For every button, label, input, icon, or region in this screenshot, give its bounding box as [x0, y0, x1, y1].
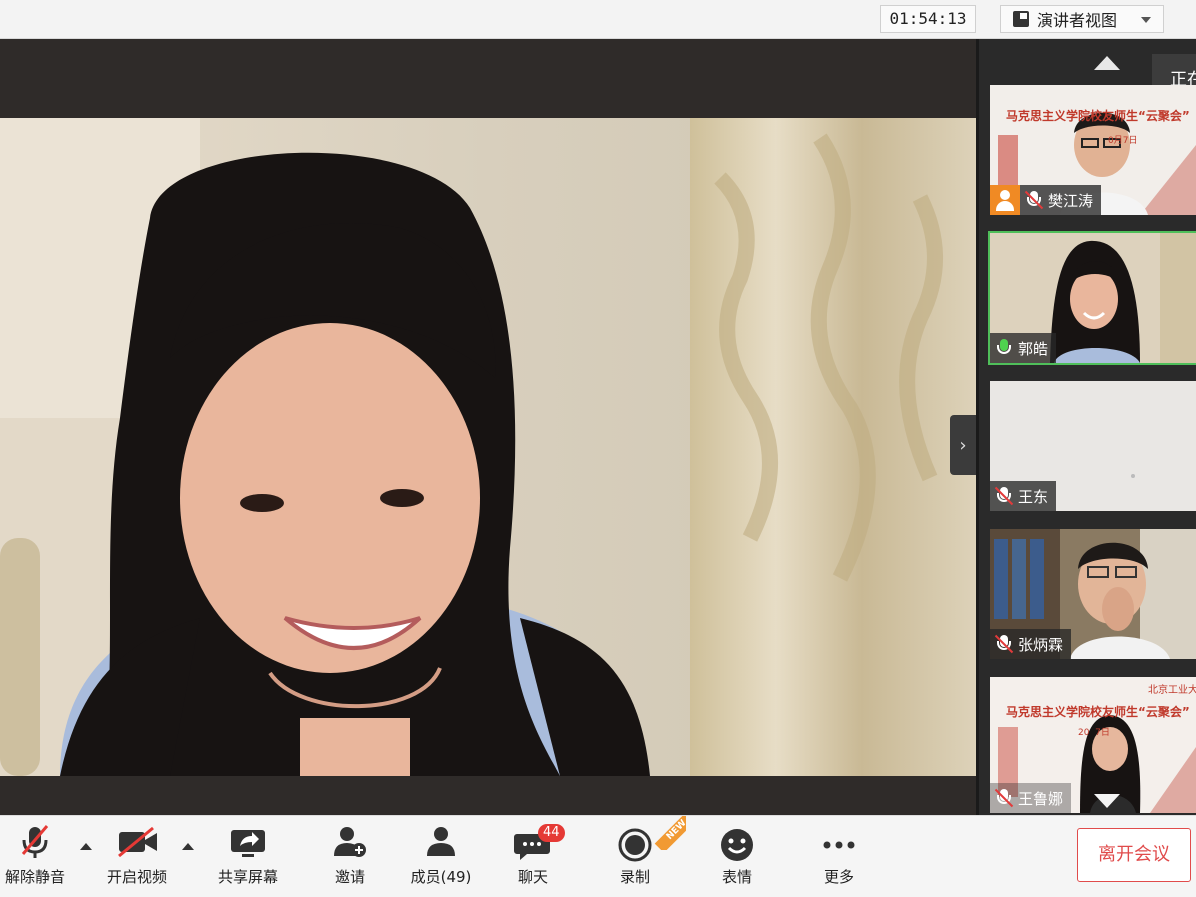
- view-mode-dropdown[interactable]: 演讲者视图: [1000, 5, 1164, 33]
- new-feature-ribbon: NEW: [650, 816, 686, 850]
- bottom-toolbar: 解除静音 开启视频 共享屏幕 邀请 成员(49) 44 聊天 录制 NEW 表情…: [0, 815, 1196, 897]
- emoji-label: 表情: [721, 868, 752, 886]
- view-mode-label: 演讲者视图: [1037, 11, 1118, 30]
- invite-user-icon: [320, 816, 380, 864]
- microphone-muted-icon: [994, 788, 1014, 808]
- share-screen-icon: [218, 816, 278, 864]
- more-button[interactable]: 更多: [809, 816, 869, 897]
- microphone-muted-icon: [1024, 190, 1044, 210]
- meeting-window: 01:54:13 演讲者视图 › 正在 马克思主义学院校友师生“云聚会” 0月7…: [0, 0, 1196, 897]
- participant-name: 王鲁娜: [1018, 789, 1064, 808]
- event-date: 0月7日: [1108, 136, 1138, 146]
- event-banner: 马克思主义学院校友师生“云聚会”: [1006, 109, 1190, 123]
- speaker-video-image: [0, 118, 976, 776]
- event-banner: 马克思主义学院校友师生“云聚会”: [1006, 705, 1190, 719]
- participant-namebar: 王鲁娜: [990, 783, 1072, 813]
- participant-name: 王东: [1018, 487, 1049, 506]
- presenter-view-icon: [1011, 10, 1033, 28]
- participant-namebar: 郭皓: [990, 333, 1057, 363]
- participant-tile[interactable]: 北京工业大学 马克思主义学院校友师生“云聚会” 20 7日 王鲁娜: [990, 677, 1196, 813]
- leave-meeting-button[interactable]: 离开会议: [1077, 828, 1191, 882]
- microphone-muted-icon: [994, 486, 1014, 506]
- chevron-right-icon: ›: [959, 434, 967, 456]
- participant-tile[interactable]: 张炳霖: [990, 529, 1196, 659]
- scroll-down-icon[interactable]: [1094, 794, 1120, 808]
- collapse-panel-toggle[interactable]: ›: [950, 415, 976, 475]
- user-avatar-icon: [990, 185, 1020, 215]
- record-label: 录制: [619, 868, 650, 886]
- microphone-speaking-icon: [996, 338, 1012, 358]
- start-video-label: 开启视频: [106, 868, 167, 886]
- start-video-button[interactable]: 开启视频: [103, 816, 171, 897]
- more-icon: [809, 816, 869, 864]
- video-options-caret-icon[interactable]: [182, 843, 194, 850]
- unmute-button[interactable]: 解除静音: [3, 816, 67, 897]
- chat-button[interactable]: 44 聊天: [503, 816, 565, 897]
- members-label: 成员(49): [410, 868, 472, 886]
- microphone-muted-icon: [5, 816, 65, 864]
- microphone-muted-icon: [994, 634, 1014, 654]
- members-button[interactable]: 成员(49): [407, 816, 475, 897]
- participant-name: 张炳霖: [1018, 635, 1064, 654]
- university-seal: 北京工业大学: [1148, 685, 1196, 696]
- emoji-button[interactable]: 表情: [707, 816, 767, 897]
- participant-name: 郭皓: [1018, 339, 1049, 358]
- share-screen-label: 共享屏幕: [217, 868, 278, 886]
- participant-tile[interactable]: 马克思主义学院校友师生“云聚会” 0月7日 樊江涛: [990, 85, 1196, 215]
- invite-label: 邀请: [334, 868, 365, 886]
- scroll-up-icon[interactable]: [1094, 56, 1120, 70]
- emoji-icon: [707, 816, 767, 864]
- chat-label: 聊天: [517, 868, 548, 886]
- main-video-area: ›: [0, 39, 976, 815]
- event-date: 20 7日: [1078, 728, 1110, 738]
- chat-unread-badge: 44: [538, 824, 565, 842]
- participant-tile[interactable]: 王东: [990, 381, 1196, 511]
- top-bar: 01:54:13 演讲者视图: [0, 0, 1196, 39]
- participant-tile-active[interactable]: 郭皓: [988, 231, 1196, 365]
- participant-namebar: 王东: [990, 481, 1057, 511]
- camera-off-icon: [107, 816, 167, 864]
- participant-namebar: 樊江涛: [990, 185, 1102, 215]
- speaker-video: [0, 118, 976, 776]
- chat-icon: 44: [503, 816, 565, 864]
- more-label: 更多: [823, 868, 854, 886]
- meeting-timer: 01:54:13: [880, 5, 976, 33]
- unmute-label: 解除静音: [4, 868, 65, 886]
- participant-name: 樊江涛: [1048, 191, 1094, 210]
- invite-button[interactable]: 邀请: [320, 816, 380, 897]
- chevron-down-icon: [1141, 17, 1151, 23]
- participant-namebar: 张炳霖: [990, 629, 1072, 659]
- share-screen-button[interactable]: 共享屏幕: [214, 816, 282, 897]
- audio-options-caret-icon[interactable]: [80, 843, 92, 850]
- members-icon: [411, 816, 471, 864]
